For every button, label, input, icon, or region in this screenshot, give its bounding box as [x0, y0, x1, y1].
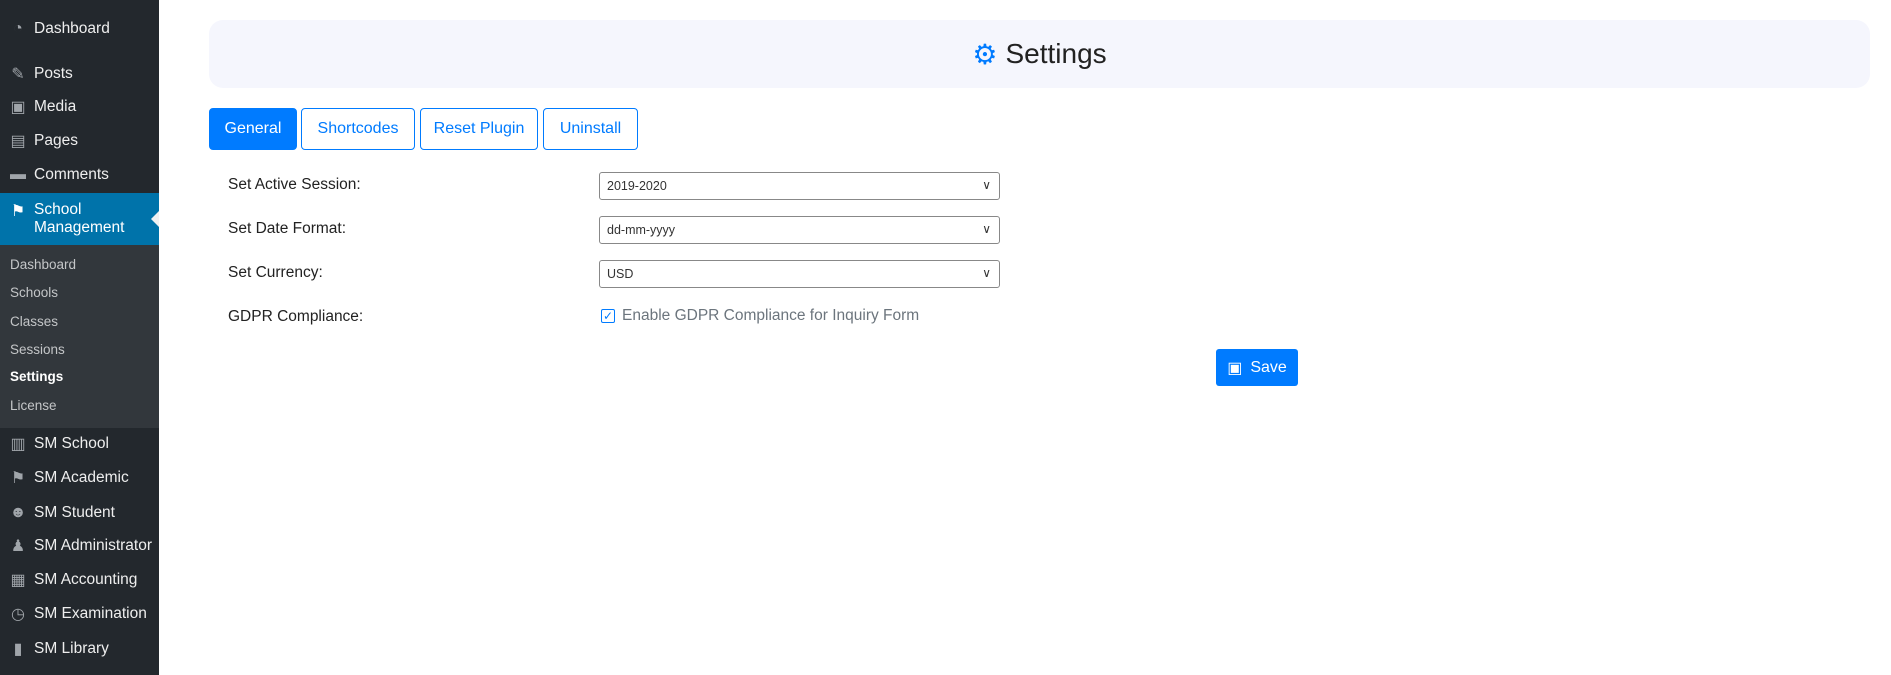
menu-sm-examination[interactable]: ◷ SM Examination — [0, 599, 159, 629]
tab-reset-plugin[interactable]: Reset Plugin — [420, 108, 538, 150]
pages-icon: ▤ — [10, 133, 26, 150]
menu-sm-administrator[interactable]: ♟ SM Administrator — [0, 531, 159, 561]
submenu-classes[interactable]: Classes — [10, 314, 58, 329]
clock-icon: ◷ — [11, 606, 25, 623]
menu-sm-academic[interactable]: ⚑ SM Academic — [0, 463, 159, 493]
building-icon: ▥ — [10, 436, 26, 453]
graduation-cap-icon: ⚑ — [10, 203, 26, 220]
submenu-license[interactable]: License — [10, 398, 57, 413]
menu-media[interactable]: ▣ Media — [0, 92, 159, 122]
gdpr-label: GDPR Compliance: — [228, 308, 364, 325]
menu-dashboard[interactable]: ◔ Dashboard — [0, 14, 159, 44]
currency-select[interactable]: USD ∨ — [599, 260, 1000, 288]
menu-sm-school[interactable]: ▥ SM School — [0, 429, 159, 459]
chevron-down-icon: ∨ — [982, 222, 991, 236]
tab-uninstall[interactable]: Uninstall — [543, 108, 638, 150]
tab-general[interactable]: General — [209, 108, 297, 150]
ledger-icon: ▦ — [10, 572, 26, 589]
menu-sm-accounting[interactable]: ▦ SM Accounting — [0, 565, 159, 595]
currency-label: Set Currency: — [228, 264, 323, 281]
menu-sm-student[interactable]: ☻ SM Student — [0, 498, 159, 528]
admin-sidebar: ◔ Dashboard ✎ Posts ▣ Media ▤ Pages ▬ Comment… — [0, 0, 159, 675]
submenu: Dashboard Schools Classes Sessions Setti… — [0, 245, 159, 428]
users-icon: ☻ — [9, 504, 27, 521]
menu-posts[interactable]: ✎ Posts — [0, 59, 159, 89]
submenu-sessions[interactable]: Sessions — [10, 342, 65, 357]
dashboard-icon: ◔ — [13, 20, 23, 37]
media-icon: ▣ — [10, 99, 26, 116]
save-button[interactable]: ▣ Save — [1216, 349, 1298, 386]
menu-comments[interactable]: ▬ Comments — [0, 160, 159, 190]
gdpr-checkbox-label[interactable]: Enable GDPR Compliance for Inquiry Form — [622, 307, 919, 325]
submenu-settings[interactable]: Settings — [10, 369, 63, 384]
graduation-cap-icon: ⚑ — [10, 470, 26, 487]
user-tie-icon: ♟ — [10, 538, 26, 555]
page-header: ⚙ Settings — [209, 20, 1870, 88]
session-label: Set Active Session: — [228, 176, 361, 193]
chevron-down-icon: ∨ — [982, 178, 991, 192]
session-select[interactable]: 2019-2020 ∨ — [599, 172, 1000, 200]
menu-school-management[interactable]: ⚑ School Management — [0, 193, 159, 245]
pin-icon: ✎ — [11, 66, 25, 83]
tab-shortcodes[interactable]: Shortcodes — [301, 108, 415, 150]
menu-pages[interactable]: ▤ Pages — [0, 126, 159, 156]
comment-icon: ▬ — [10, 166, 26, 183]
page-title: Settings — [1005, 38, 1107, 69]
book-icon: ▮ — [13, 641, 23, 658]
submenu-dashboard[interactable]: Dashboard — [10, 257, 76, 272]
gdpr-option: ✓ Enable GDPR Compliance for Inquiry For… — [601, 307, 919, 325]
date-format-label: Set Date Format: — [228, 220, 347, 237]
menu-sm-library[interactable]: ▮ SM Library — [0, 634, 159, 664]
submenu-schools[interactable]: Schools — [10, 285, 58, 300]
chevron-down-icon: ∨ — [982, 266, 991, 280]
date-format-select[interactable]: dd-mm-yyyy ∨ — [599, 216, 1000, 244]
floppy-disk-icon: ▣ — [1227, 359, 1243, 377]
gdpr-checkbox[interactable]: ✓ — [601, 309, 615, 323]
cogs-icon: ⚙ — [972, 38, 998, 70]
